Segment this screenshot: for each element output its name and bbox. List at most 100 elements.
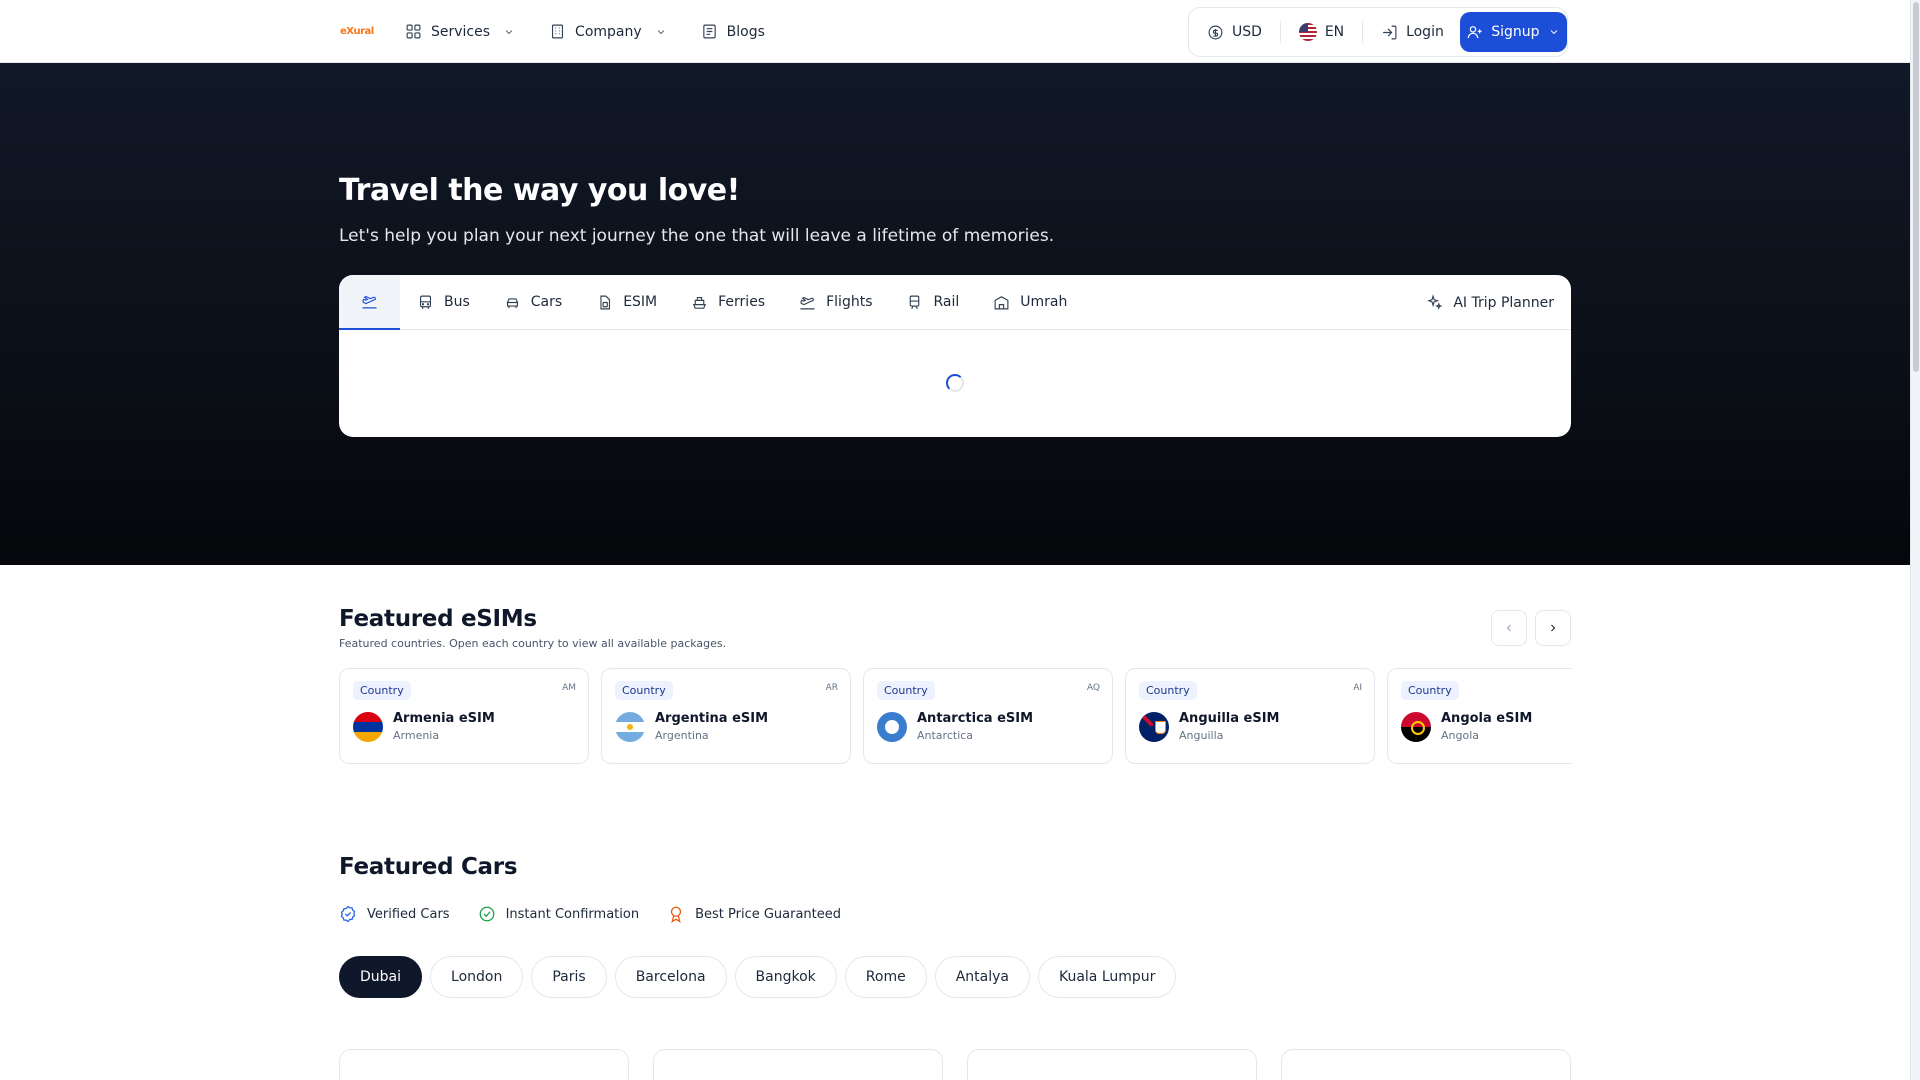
login-icon bbox=[1383, 25, 1397, 39]
tab-bus[interactable]: Bus bbox=[400, 275, 487, 330]
bus-icon bbox=[419, 295, 432, 309]
check-circle-icon bbox=[479, 906, 494, 922]
language-selector[interactable]: EN bbox=[1298, 23, 1344, 41]
login-button[interactable]: Login bbox=[1381, 24, 1444, 41]
tab-home[interactable] bbox=[339, 275, 400, 330]
chevron-right-icon bbox=[1551, 624, 1556, 632]
tab-esim[interactable]: ESIM bbox=[579, 275, 674, 330]
tab-flights[interactable]: Flights bbox=[782, 275, 889, 330]
tab-umrah-label: Umrah bbox=[1020, 294, 1068, 310]
city-chip-antalya[interactable]: Antalya bbox=[934, 956, 1030, 998]
header-actions: USD EN Login Signup bbox=[1188, 7, 1568, 57]
esim-card-argentina[interactable]: Country AR Argentina eSIM Argentina bbox=[601, 668, 851, 764]
scrollbar-thumb[interactable] bbox=[1913, 2, 1919, 372]
verified-badge-icon bbox=[340, 905, 356, 923]
plane-icon bbox=[800, 296, 815, 309]
esim-country: Angola bbox=[1441, 729, 1480, 742]
tab-rail[interactable]: Rail bbox=[889, 275, 976, 330]
sparkles-icon bbox=[1427, 294, 1443, 310]
tab-ferries[interactable]: Ferries bbox=[674, 275, 782, 330]
esim-country: Antarctica bbox=[917, 729, 974, 742]
esim-card-antarctica[interactable]: Country AQ Antarctica eSIM Antarctica bbox=[863, 668, 1113, 764]
esim-name: Argentina eSIM bbox=[655, 711, 769, 726]
country-badge: Country bbox=[615, 681, 673, 700]
newspaper-icon bbox=[702, 24, 716, 39]
esims-prev-button[interactable] bbox=[1491, 610, 1527, 646]
esim-card-angola[interactable]: Country Angola eSIM Angola bbox=[1387, 668, 1571, 764]
loading-spinner bbox=[946, 374, 964, 392]
ship-icon bbox=[693, 296, 707, 309]
angola-flag-icon bbox=[1401, 712, 1431, 742]
country-code: AR bbox=[825, 683, 838, 693]
plane-departure-icon bbox=[362, 295, 377, 308]
car-card[interactable] bbox=[967, 1049, 1257, 1080]
chevron-down-icon bbox=[505, 29, 513, 34]
user-plus-icon bbox=[1467, 26, 1482, 39]
cars-section-title: Featured Cars bbox=[339, 854, 518, 880]
country-badge: Country bbox=[353, 681, 411, 700]
city-chip-barcelona[interactable]: Barcelona bbox=[614, 956, 727, 998]
ai-trip-planner-label: AI Trip Planner bbox=[1453, 294, 1554, 311]
service-tabs: Bus Cars ESIM Ferries Flights Rail Umrah… bbox=[339, 275, 1571, 330]
city-chip-bangkok[interactable]: Bangkok bbox=[734, 956, 837, 998]
esim-card-anguilla[interactable]: Country AI Anguilla eSIM Anguilla bbox=[1125, 668, 1375, 764]
hero-title: Travel the way you love! bbox=[339, 173, 740, 208]
chevron-left-icon bbox=[1506, 624, 1511, 632]
anguilla-flag-icon bbox=[1139, 712, 1169, 742]
train-icon bbox=[910, 295, 920, 309]
car-card[interactable] bbox=[1281, 1049, 1571, 1080]
search-card: Bus Cars ESIM Ferries Flights Rail Umrah… bbox=[339, 275, 1571, 437]
nav-company-label: Company bbox=[575, 23, 642, 40]
nav-services[interactable]: Services bbox=[405, 23, 515, 40]
mosque-icon bbox=[994, 295, 1009, 309]
grid-icon bbox=[406, 24, 421, 39]
nav-company[interactable]: Company bbox=[549, 23, 667, 40]
tab-umrah[interactable]: Umrah bbox=[976, 275, 1084, 330]
main-nav: Services Company Blogs bbox=[405, 0, 765, 63]
esims-section-subtitle: Featured countries. Open each country to… bbox=[339, 637, 727, 650]
us-flag-icon bbox=[1298, 23, 1317, 41]
car-features: Verified Cars Instant Confirmation Best … bbox=[339, 905, 841, 923]
country-code: AM bbox=[562, 683, 576, 693]
signup-button[interactable]: Signup bbox=[1459, 12, 1567, 52]
esim-name: Antarctica eSIM bbox=[917, 711, 1034, 726]
tab-esim-label: ESIM bbox=[623, 294, 658, 310]
esims-next-button[interactable] bbox=[1535, 610, 1571, 646]
logo-text: eXural bbox=[340, 26, 374, 37]
page-scrollbar[interactable] bbox=[1910, 0, 1920, 1080]
currency-selector[interactable]: USD bbox=[1207, 24, 1262, 41]
country-badge: Country bbox=[1401, 681, 1459, 700]
sim-card-icon bbox=[600, 295, 611, 309]
tab-cars[interactable]: Cars bbox=[487, 275, 579, 330]
esim-name: Anguilla eSIM bbox=[1179, 711, 1280, 726]
brand-logo[interactable]: eXural bbox=[340, 22, 374, 42]
award-icon bbox=[670, 906, 682, 923]
armenia-flag-icon bbox=[353, 712, 383, 742]
car-icon bbox=[506, 297, 518, 308]
car-cards-row bbox=[339, 1049, 1571, 1080]
city-chip-paris[interactable]: Paris bbox=[531, 956, 607, 998]
feature-instant: Instant Confirmation bbox=[478, 905, 640, 923]
country-badge: Country bbox=[1139, 681, 1197, 700]
ai-trip-planner-tab[interactable]: AI Trip Planner bbox=[1426, 275, 1554, 330]
building-icon bbox=[552, 24, 564, 39]
esim-name: Angola eSIM bbox=[1441, 711, 1533, 726]
car-card[interactable] bbox=[339, 1049, 629, 1080]
city-chip-rome[interactable]: Rome bbox=[844, 956, 927, 998]
city-chip-dubai[interactable]: Dubai bbox=[339, 956, 423, 998]
divider bbox=[1279, 21, 1281, 43]
esim-country: Anguilla bbox=[1179, 729, 1224, 742]
chevron-down-icon bbox=[657, 29, 664, 34]
tab-rail-label: Rail bbox=[933, 294, 960, 310]
esims-section-title: Featured eSIMs bbox=[339, 606, 537, 632]
city-chip-london[interactable]: London bbox=[430, 956, 524, 998]
feature-instant-label: Instant Confirmation bbox=[505, 906, 640, 922]
city-chip-kuala-lumpur[interactable]: Kuala Lumpur bbox=[1037, 956, 1177, 998]
esim-card-armenia[interactable]: Country AM Armenia eSIM Armenia bbox=[339, 668, 589, 764]
nav-blogs[interactable]: Blogs bbox=[701, 23, 765, 40]
currency-label: USD bbox=[1232, 24, 1262, 40]
hero-subtitle: Let's help you plan your next journey th… bbox=[339, 226, 1055, 246]
page: eXural Services Company Blogs USD EN Log… bbox=[0, 0, 1910, 1080]
login-label: Login bbox=[1406, 24, 1444, 40]
car-card[interactable] bbox=[653, 1049, 943, 1080]
